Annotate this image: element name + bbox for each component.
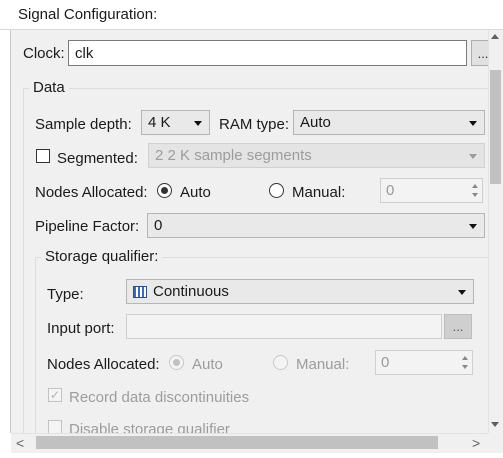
ram-type-select[interactable]: Auto [293, 110, 485, 135]
disable-qualifier-label: Disable storage qualifier [69, 421, 230, 433]
chevron-down-icon [469, 223, 477, 229]
clock-input[interactable]: clk [68, 40, 467, 66]
vertical-scroll-thumb[interactable] [490, 70, 501, 184]
input-port-browse-button[interactable]: ... [444, 314, 472, 339]
radio-selected-dot [173, 359, 180, 366]
nodes-auto-radio[interactable] [157, 183, 172, 198]
scroll-right-icon[interactable]: > [472, 436, 480, 450]
continuous-icon [133, 285, 147, 298]
segments-select[interactable]: 2 2 K sample segments [148, 143, 485, 168]
storage-nodes-manual-radio[interactable] [273, 355, 288, 370]
chevron-down-icon [458, 289, 466, 295]
input-port-label: Input port: [47, 320, 115, 337]
chevron-down-icon [469, 153, 477, 159]
nodes-auto-label: Auto [180, 184, 211, 201]
storage-nodes-manual-label: Manual: [296, 356, 350, 373]
storage-type-value: Continuous [153, 283, 229, 300]
storage-nodes-auto-label: Auto [192, 356, 223, 373]
pipeline-factor-value: 0 [154, 217, 163, 234]
storage-nodes-auto-radio[interactable] [169, 355, 184, 370]
ram-type-value: Auto [300, 114, 331, 131]
panel-title: Signal Configuration: [18, 6, 158, 23]
nodes-manual-value: 0 [386, 182, 395, 199]
spin-down-icon[interactable] [472, 193, 478, 197]
nodes-manual-spinbox[interactable]: 0 [380, 178, 483, 203]
segmented-checkbox[interactable] [36, 149, 50, 163]
clock-label: Clock: [23, 45, 65, 62]
storage-nodes-manual-spinbox[interactable]: 0 [375, 350, 473, 375]
pipeline-factor-select[interactable]: 0 [147, 213, 485, 238]
segmented-label: Segmented: [57, 150, 138, 167]
nodes-manual-radio[interactable] [269, 183, 284, 198]
storage-type-label: Type: [47, 286, 84, 303]
scroll-up-icon[interactable] [491, 34, 499, 39]
record-discontinuities-checkbox[interactable]: ✓ [48, 388, 62, 402]
spin-up-icon[interactable] [472, 184, 478, 188]
storage-qualifier-title: Storage qualifier: [41, 248, 163, 265]
panel-content: Clock: clk ... Data Sample depth: 4 K RA… [11, 30, 488, 433]
chevron-down-icon [194, 120, 202, 126]
storage-nodes-manual-value: 0 [381, 354, 390, 371]
record-discontinuities-label: Record data discontinuities [69, 389, 250, 406]
spin-down-icon[interactable] [462, 365, 468, 369]
radio-selected-dot [161, 187, 168, 194]
sample-depth-select[interactable]: 4 K [141, 110, 210, 135]
scroll-down-icon[interactable] [491, 422, 499, 427]
data-group-title: Data [29, 79, 69, 96]
input-port-field[interactable] [126, 314, 442, 339]
storage-nodes-allocated-label: Nodes Allocated: [47, 356, 160, 373]
nodes-manual-label: Manual: [292, 184, 346, 201]
segments-value: 2 2 K sample segments [155, 147, 312, 164]
chevron-down-icon [469, 120, 477, 126]
ram-type-label: RAM type: [219, 116, 290, 133]
sample-depth-label: Sample depth: [35, 116, 132, 133]
disable-qualifier-checkbox[interactable] [48, 420, 62, 433]
scroll-left-icon[interactable]: < [16, 436, 24, 450]
checkmark-icon: ✓ [49, 388, 61, 402]
spin-up-icon[interactable] [462, 356, 468, 360]
pipeline-factor-label: Pipeline Factor: [35, 218, 140, 235]
scrollbar-corner [488, 433, 503, 453]
horizontal-scroll-thumb[interactable] [36, 436, 438, 449]
sample-depth-value: 4 K [148, 114, 171, 131]
nodes-allocated-label: Nodes Allocated: [35, 184, 148, 201]
clock-browse-button[interactable]: ... [471, 40, 488, 66]
storage-type-select[interactable]: Continuous [126, 279, 474, 304]
